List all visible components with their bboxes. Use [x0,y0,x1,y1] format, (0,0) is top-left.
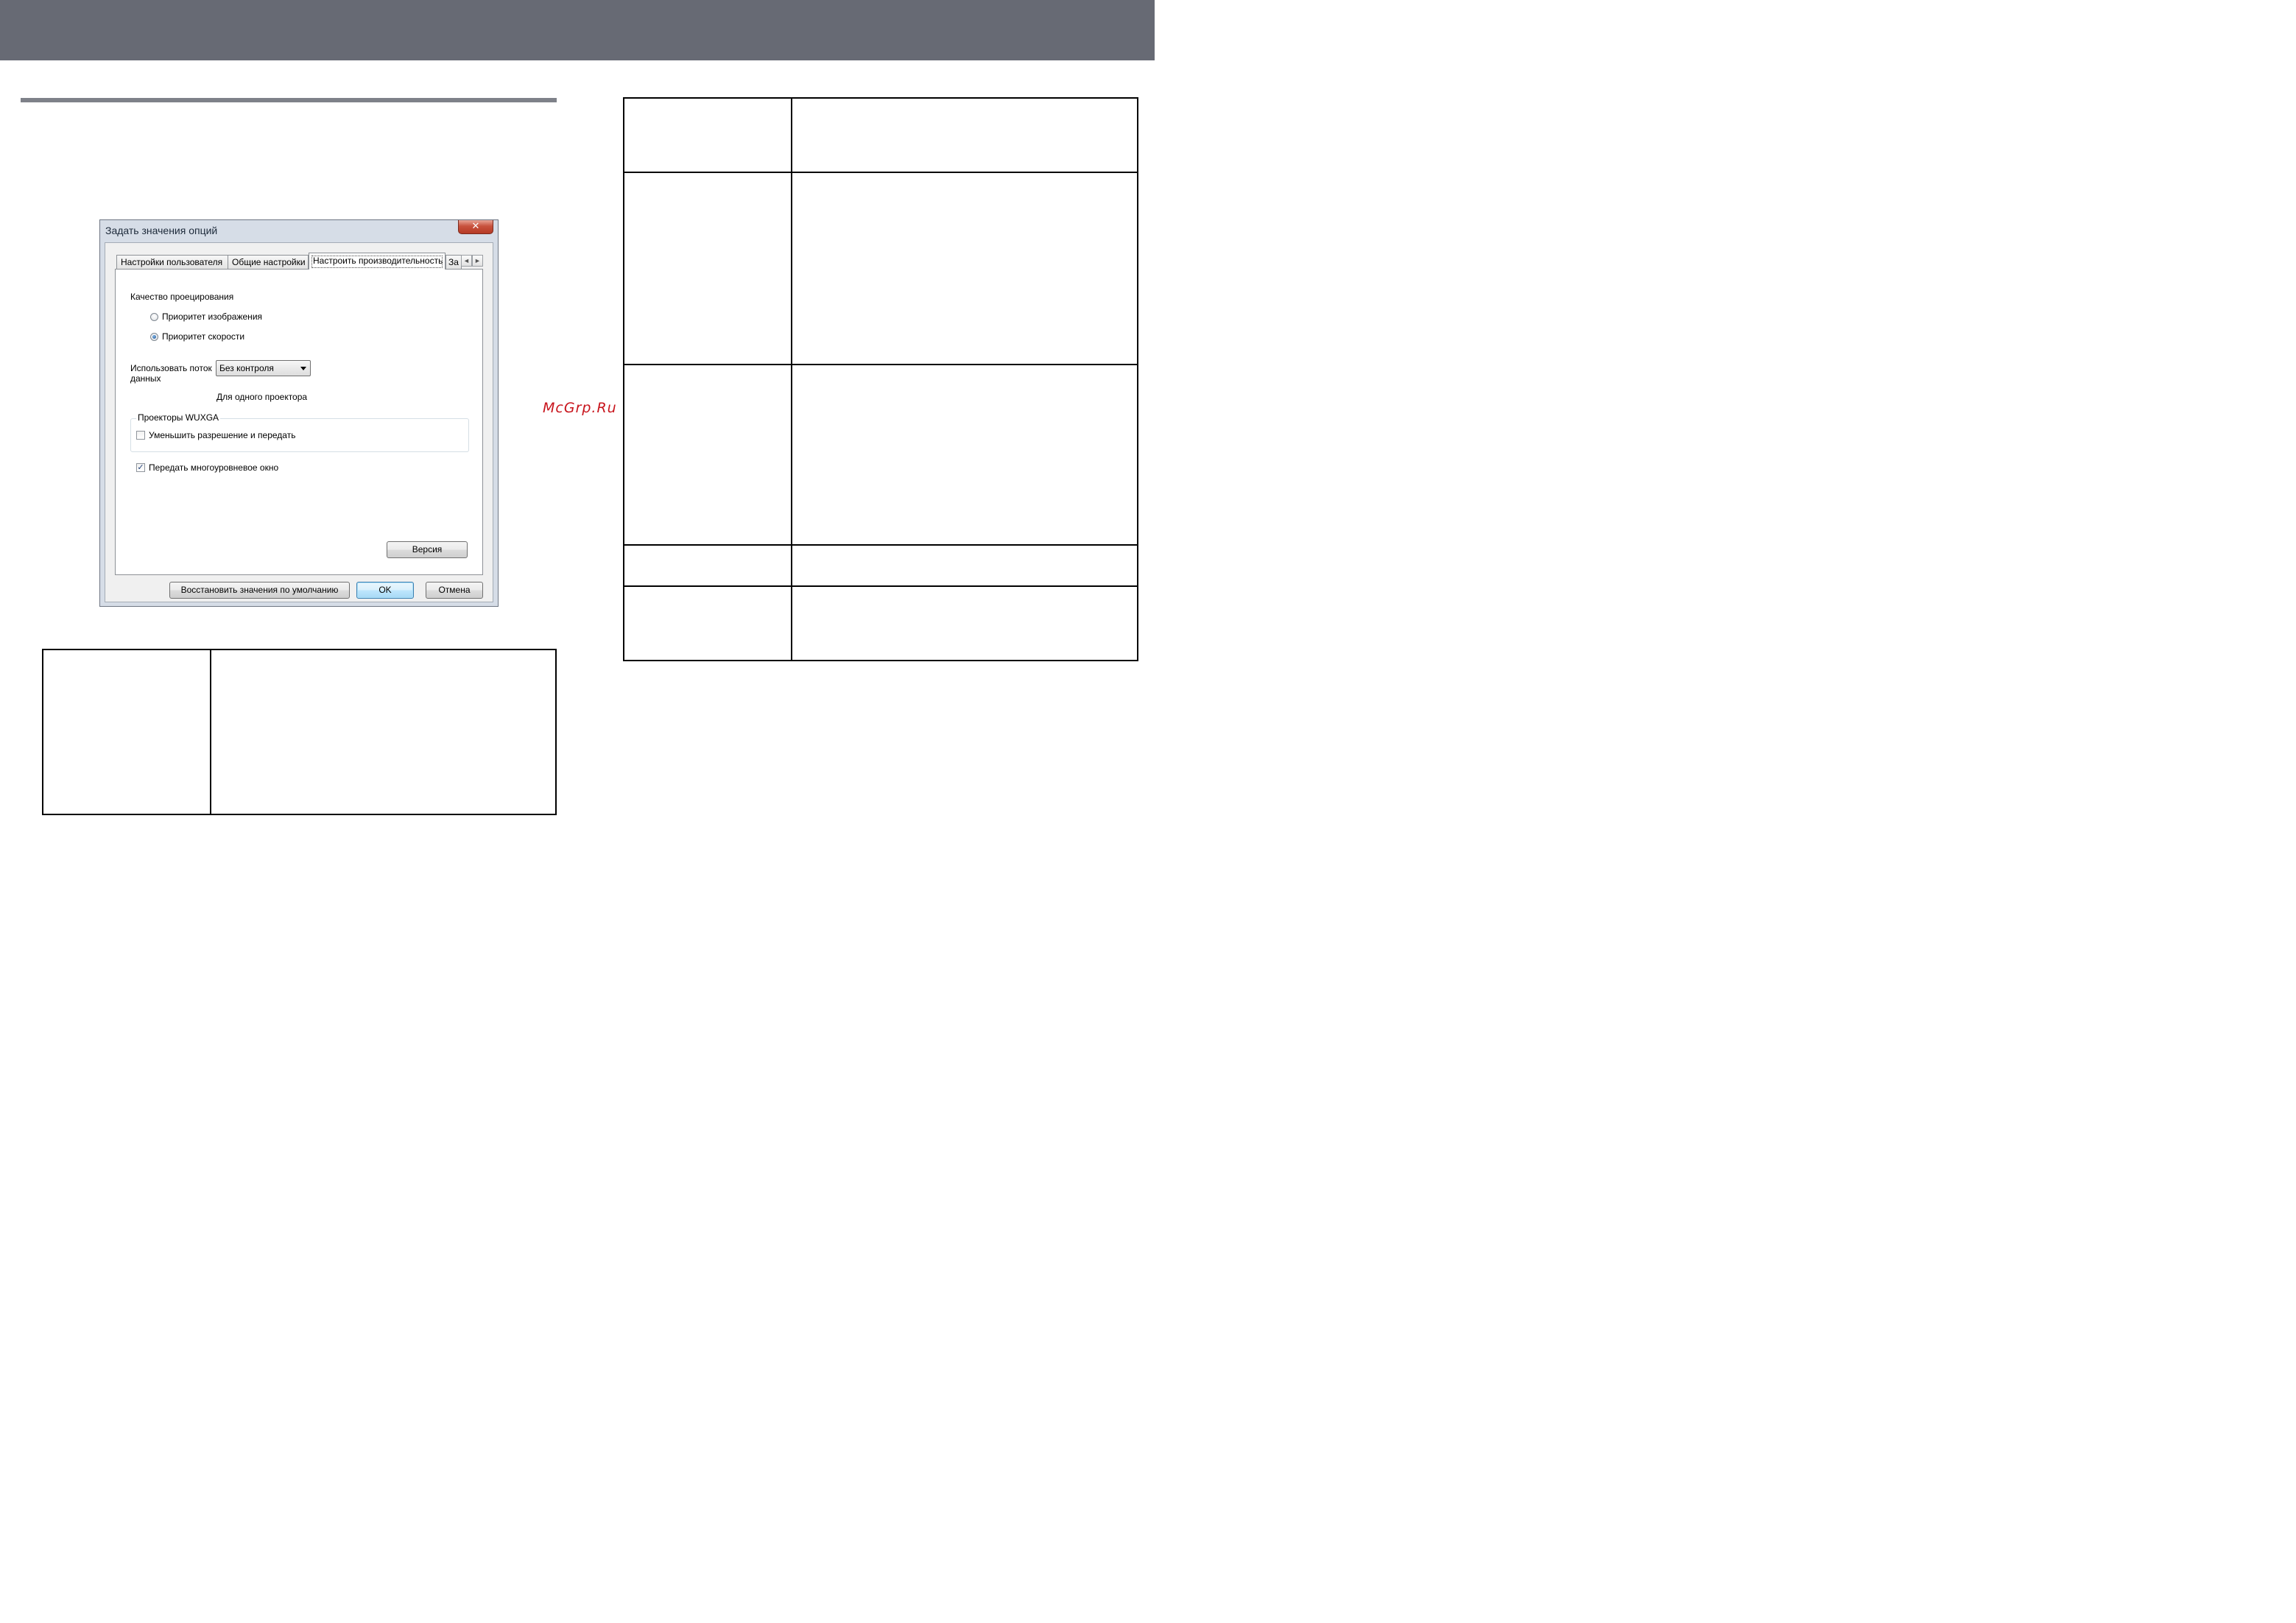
data-stream-select[interactable]: Без контроля [216,360,311,376]
right-table [623,97,1138,661]
wuxga-group-title: Проекторы WUXGA [136,412,221,423]
radio-speed-priority-label[interactable]: Приоритет скорости [162,331,244,342]
table-row [623,585,1138,661]
tab-panel: Качество проецирования Приоритет изображ… [115,269,483,575]
reduce-resolution-label[interactable]: Уменьшить разрешение и передать [149,430,295,440]
tab-scroll-left-icon[interactable]: ◄ [461,255,472,267]
table-row [623,544,1138,587]
tab-performance[interactable]: Настроить производительность [309,253,446,270]
data-stream-label-line2: данных [130,373,161,384]
table-cell [791,544,1138,587]
table-cell [791,97,1138,173]
tab-label: За [448,257,459,267]
table-cell [42,649,211,815]
section-rule [21,98,557,102]
tab-label: Настроить производительность [313,256,443,266]
chevron-down-icon [300,367,306,370]
tab-scroll-right-icon[interactable]: ► [472,255,483,267]
options-dialog: Задать значения опций ✕ Настройки пользо… [99,219,499,607]
table-cell [791,585,1138,661]
tab-label: Настройки пользователя [121,257,223,267]
restore-defaults-button[interactable]: Восстановить значения по умолчанию [169,582,350,599]
watermark: McGrp.Ru [543,400,617,416]
table-cell [791,172,1138,365]
close-button[interactable]: ✕ [458,220,493,234]
table-row [623,172,1138,365]
dialog-body: Настройки пользователя Общие настройки Н… [105,242,493,602]
data-stream-value: Без контроля [219,363,274,373]
table-row [623,364,1138,546]
table-cell [623,172,792,365]
layered-window-label[interactable]: Передать многоуровневое окно [149,462,278,473]
quality-label: Качество проецирования [130,292,234,302]
tab-general-settings[interactable]: Общие настройки [228,255,309,269]
table-cell [623,97,792,173]
data-stream-label: Использовать поток [130,363,212,373]
single-projector-note: Для одного проектора [216,392,308,402]
checkmark-icon: ✓ [137,463,144,472]
ok-button[interactable]: OK [356,582,414,599]
table-cell [623,364,792,546]
table-cell [623,544,792,587]
reduce-resolution-checkbox[interactable] [136,431,145,440]
radio-speed-priority[interactable] [150,333,158,341]
table-cell [623,585,792,661]
tab-label: Общие настройки [232,257,306,267]
dialog-title: Задать значения опций [105,225,218,236]
table-cell [210,649,557,815]
table-row [623,97,1138,173]
version-button[interactable]: Версия [387,541,468,558]
table-cell [791,364,1138,546]
tab-truncated[interactable]: За [446,255,462,269]
radio-image-priority-label[interactable]: Приоритет изображения [162,311,262,322]
top-banner [0,0,1155,60]
radio-image-priority[interactable] [150,313,158,321]
bottom-table [42,649,557,815]
layered-window-checkbox[interactable]: ✓ [136,463,145,472]
close-icon: ✕ [471,221,480,232]
table-row [42,649,557,815]
cancel-button[interactable]: Отмена [426,582,483,599]
tab-user-settings[interactable]: Настройки пользователя [116,255,228,269]
